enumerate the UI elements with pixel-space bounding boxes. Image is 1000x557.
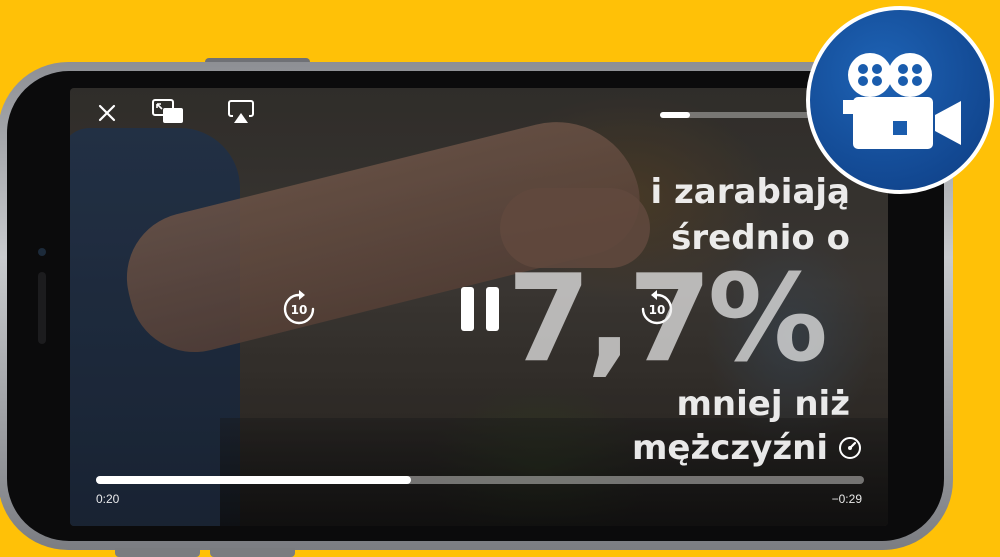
playback-speed-icon bbox=[839, 437, 861, 459]
close-button[interactable] bbox=[92, 98, 122, 128]
phone-speaker bbox=[38, 272, 46, 344]
pause-icon bbox=[461, 287, 499, 331]
picture-in-picture-icon bbox=[152, 99, 183, 123]
playback-speed-button[interactable] bbox=[838, 436, 862, 460]
airplay-icon bbox=[228, 100, 254, 123]
rewind-10-button[interactable]: 10 bbox=[278, 288, 320, 330]
overlay-text-line5: mężczyźni bbox=[631, 428, 828, 468]
airplay-button[interactable] bbox=[224, 96, 258, 128]
volume-slider[interactable] bbox=[660, 112, 810, 118]
time-remaining: −0:29 bbox=[831, 492, 862, 506]
video-player[interactable]: 10 10 i zarabiają średnio o 7,7% mniej n… bbox=[70, 88, 888, 526]
overlay-text-line4: mniej niż bbox=[676, 384, 851, 424]
video-camera-icon bbox=[843, 53, 961, 149]
time-elapsed: 0:20 bbox=[96, 492, 120, 506]
close-icon bbox=[98, 104, 116, 122]
phone-volume-button bbox=[210, 548, 295, 557]
overlay-text-percentage: 7,7% bbox=[507, 250, 828, 389]
video-badge bbox=[806, 6, 994, 194]
phone-volume-button bbox=[115, 548, 200, 557]
rewind-icon: 10 bbox=[283, 290, 315, 325]
rewind-seconds-label: 10 bbox=[291, 303, 308, 317]
playback-progress-fill bbox=[96, 476, 411, 484]
volume-slider-fill bbox=[660, 112, 690, 118]
picture-in-picture-button[interactable] bbox=[150, 96, 186, 128]
playback-progress-bar[interactable] bbox=[96, 476, 864, 484]
phone-camera bbox=[38, 248, 46, 256]
overlay-text-line1: i zarabiają bbox=[650, 172, 850, 212]
pause-button[interactable] bbox=[456, 284, 504, 334]
